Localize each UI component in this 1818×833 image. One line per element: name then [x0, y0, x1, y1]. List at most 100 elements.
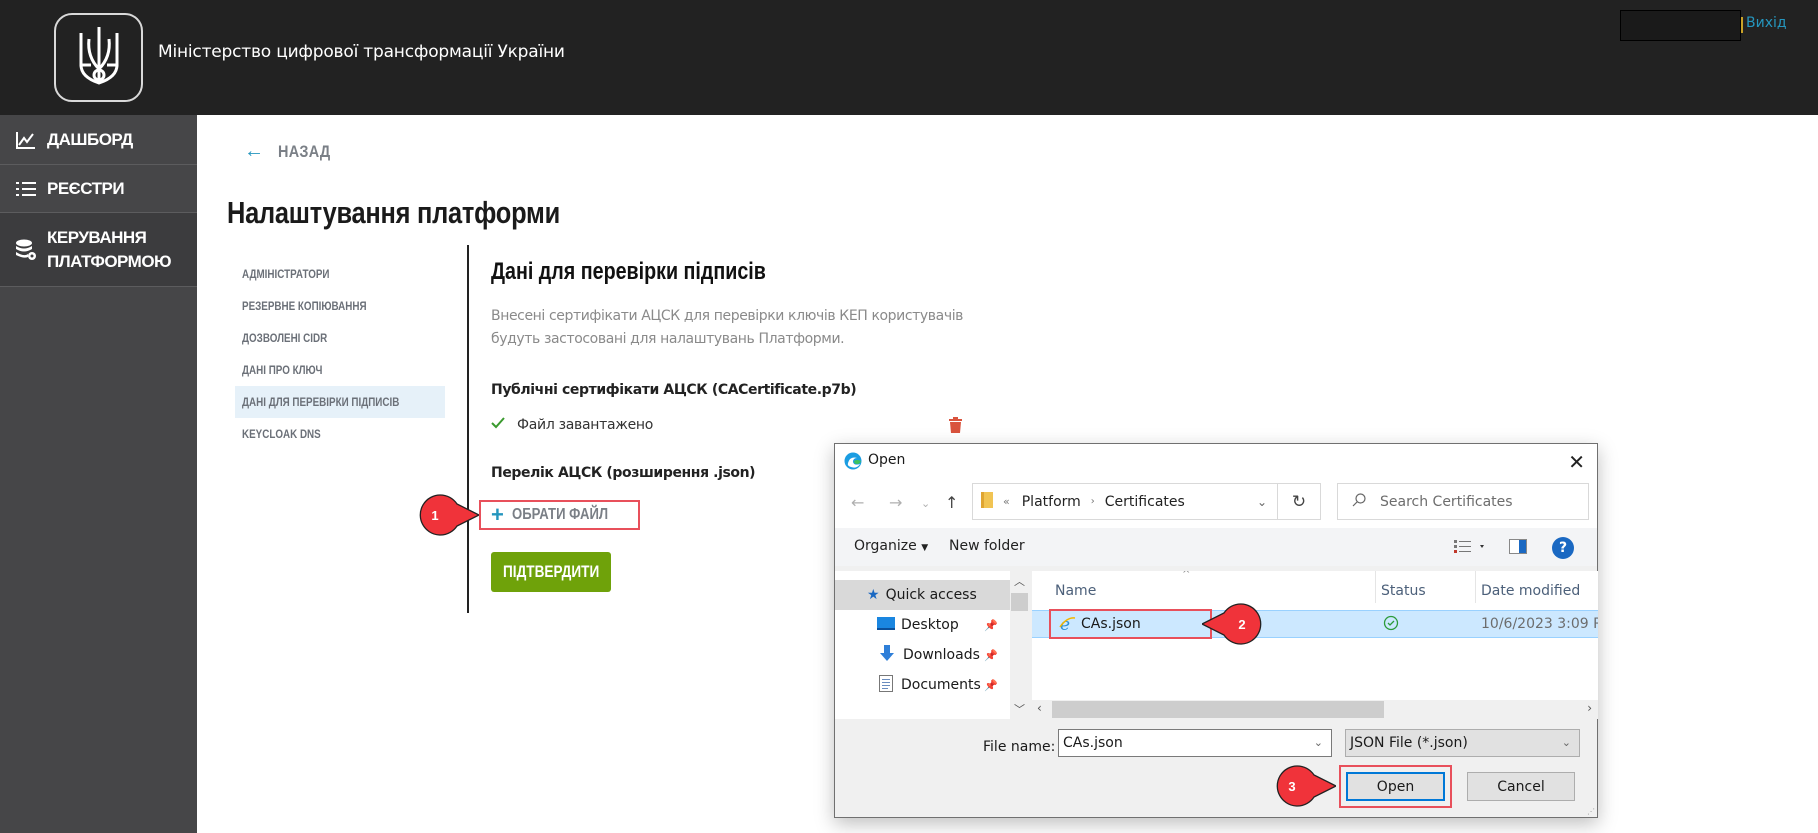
download-icon — [879, 645, 895, 665]
file-type-select[interactable]: JSON File (*.json) ⌄ — [1345, 729, 1580, 757]
column-separator[interactable] — [1375, 571, 1376, 603]
file-name: CAs.json — [1081, 616, 1141, 632]
scrollbar-thumb[interactable] — [1011, 593, 1028, 611]
user-name-field[interactable] — [1620, 10, 1741, 41]
chevron-down-icon[interactable]: ⌄ — [1257, 495, 1267, 509]
search-input[interactable]: Search Certificates — [1337, 483, 1589, 520]
scrollbar-thumb[interactable] — [1052, 701, 1384, 718]
section-description: Внесені сертифікати АЦСК для перевірки к… — [491, 308, 964, 347]
subnav-item-key-data[interactable]: ДАНІ ПРО КЛЮЧ — [235, 354, 445, 386]
top-header: Міністерство цифрової трансформації Укра… — [0, 0, 1818, 115]
document-icon — [879, 674, 893, 696]
close-icon[interactable]: ✕ — [1568, 450, 1585, 474]
nav-item-quick-access[interactable]: ★ Quick access — [835, 580, 1010, 610]
file-row[interactable]: e CAs.json 10/6/2023 3:09 PM — [1032, 609, 1598, 639]
file-name-value: CAs.json — [1063, 735, 1123, 751]
sidebar-item-platform-management[interactable]: КЕРУВАННЯ ПЛАТФОРМОЮ — [0, 213, 197, 287]
scroll-left-icon[interactable]: ‹ — [1037, 701, 1042, 715]
file-name-input[interactable]: CAs.json ⌄ — [1058, 729, 1332, 757]
preview-pane-icon[interactable] — [1509, 539, 1527, 558]
pin-icon[interactable]: 📌 — [984, 649, 998, 662]
star-icon: ★ — [867, 587, 880, 603]
dialog-title: Open — [868, 452, 906, 468]
page-title: Налаштування платформи — [227, 195, 560, 230]
choose-file-label: ОБРАТИ ФАЙЛ — [511, 506, 608, 523]
organize-button[interactable]: Organize ▼ — [854, 538, 928, 554]
json-file-icon: e — [1059, 615, 1076, 636]
header-separator — [1741, 17, 1743, 33]
subnav-label: АДМІНІСТРАТОРИ — [242, 267, 330, 281]
check-icon — [491, 417, 505, 433]
column-header-date-modified[interactable]: Date modified — [1481, 583, 1580, 599]
dialog-navigation-row: ← → ⌄ ↑ « Platform › Certificates ⌄ ↻ Se… — [835, 478, 1597, 528]
column-separator[interactable] — [1475, 571, 1476, 603]
sidebar-item-registries[interactable]: РЕЄСТРИ — [0, 165, 197, 213]
subnav-label: KEYCLOAK DNS — [242, 427, 321, 441]
sort-ascending-icon: ^ — [1182, 571, 1191, 580]
search-placeholder: Search Certificates — [1380, 493, 1513, 510]
new-folder-button[interactable]: New folder — [949, 538, 1025, 554]
nav-label: Desktop — [901, 617, 959, 633]
logout-link[interactable]: Вихід — [1746, 15, 1787, 31]
open-button[interactable]: Open — [1346, 772, 1445, 801]
nav-item-documents[interactable]: Documents 📌 — [835, 670, 1010, 700]
subnav-item-backup[interactable]: РЕЗЕРВНЕ КОПІЮВАННЯ — [235, 290, 445, 322]
scroll-right-icon[interactable]: › — [1587, 701, 1592, 715]
sidebar: ДАШБОРД РЕЄСТРИ КЕРУВАННЯ ПЛАТФОРМОЮ — [0, 115, 197, 833]
up-arrow-icon[interactable]: ↑ — [945, 493, 958, 512]
nav-label: Quick access — [885, 587, 977, 603]
edge-browser-icon — [844, 452, 862, 474]
address-bar[interactable]: « Platform › Certificates ⌄ — [972, 483, 1278, 520]
subnav-item-allowed-cidr[interactable]: ДОЗВОЛЕНІ CIDR — [235, 322, 445, 354]
confirm-button[interactable]: ПІДТВЕРДИТИ — [491, 552, 611, 592]
callout-number: 3 — [1288, 778, 1296, 794]
trash-icon[interactable] — [949, 417, 962, 438]
recent-locations-chevron-icon[interactable]: ⌄ — [921, 497, 930, 510]
callout-number: 2 — [1238, 616, 1246, 632]
choose-file-button[interactable]: + ОБРАТИ ФАЙЛ — [479, 500, 640, 530]
confirm-label: ПІДТВЕРДИТИ — [502, 562, 600, 581]
scroll-down-icon[interactable]: ﹀ — [1014, 701, 1025, 717]
pin-icon[interactable]: 📌 — [984, 619, 998, 632]
refresh-icon[interactable]: ↻ — [1277, 483, 1321, 520]
dialog-titlebar: Open ✕ — [835, 444, 1597, 478]
resize-grip-icon[interactable]: ⋰ — [1587, 807, 1595, 816]
help-icon[interactable]: ? — [1552, 537, 1574, 559]
forward-arrow-icon[interactable]: → — [889, 493, 902, 512]
cancel-button[interactable]: Cancel — [1467, 772, 1575, 801]
label-line-1: КЕРУВАННЯ — [47, 227, 147, 247]
sidebar-item-label: РЕЄСТРИ — [47, 178, 125, 198]
subnav-label: ДАНІ ДЛЯ ПЕРЕВІРКИ ПІДПИСІВ — [242, 395, 400, 409]
back-arrow-icon[interactable]: ← — [851, 493, 864, 512]
subnav-item-administrators[interactable]: АДМІНІСТРАТОРИ — [235, 258, 445, 290]
path-overflow[interactable]: « — [1003, 495, 1010, 508]
column-header-status[interactable]: Status — [1381, 583, 1426, 599]
nav-pane-scrollbar[interactable]: ︿ ﹀ — [1010, 571, 1029, 719]
chevron-down-icon[interactable]: ⌄ — [1314, 736, 1323, 749]
scroll-up-icon[interactable]: ︿ — [1014, 573, 1025, 589]
trident-logo-icon[interactable] — [54, 13, 143, 102]
breadcrumb-platform[interactable]: Platform — [1022, 494, 1081, 510]
sidebar-item-label: КЕРУВАННЯ ПЛАТФОРМОЮ — [47, 226, 172, 274]
back-link[interactable]: ← НАЗАД — [244, 140, 340, 163]
sidebar-item-label: ДАШБОРД — [47, 129, 133, 149]
view-options-icon[interactable] — [1454, 540, 1488, 558]
nav-item-desktop[interactable]: Desktop 📌 — [835, 610, 1010, 640]
sidebar-item-dashboard[interactable]: ДАШБОРД — [0, 115, 197, 165]
subnav-item-keycloak-dns[interactable]: KEYCLOAK DNS — [235, 418, 445, 450]
file-list-hscrollbar[interactable]: ‹ › — [1032, 700, 1598, 719]
folder-icon — [981, 491, 993, 512]
nav-label: Documents — [901, 677, 981, 693]
subnav-label: ДАНІ ПРО КЛЮЧ — [242, 363, 323, 377]
organization-title: Міністерство цифрової трансформації Укра… — [158, 42, 565, 62]
nav-item-downloads[interactable]: Downloads 📌 — [835, 640, 1010, 670]
section-title: Дані для перевірки підписів — [491, 258, 766, 285]
dialog-toolbar: Organize ▼ New folder ? — [835, 528, 1597, 566]
section-divider — [467, 245, 469, 613]
breadcrumb-certificates[interactable]: Certificates — [1105, 494, 1185, 510]
pin-icon[interactable]: 📌 — [984, 679, 998, 692]
column-header-name[interactable]: Name — [1055, 583, 1096, 599]
file-date: 10/6/2023 3:09 PM — [1481, 616, 1598, 632]
ca-list-label: Перелік АЦСК (розширення .json) — [491, 465, 756, 481]
subnav-item-signature-verification[interactable]: ДАНІ ДЛЯ ПЕРЕВІРКИ ПІДПИСІВ — [235, 386, 445, 418]
